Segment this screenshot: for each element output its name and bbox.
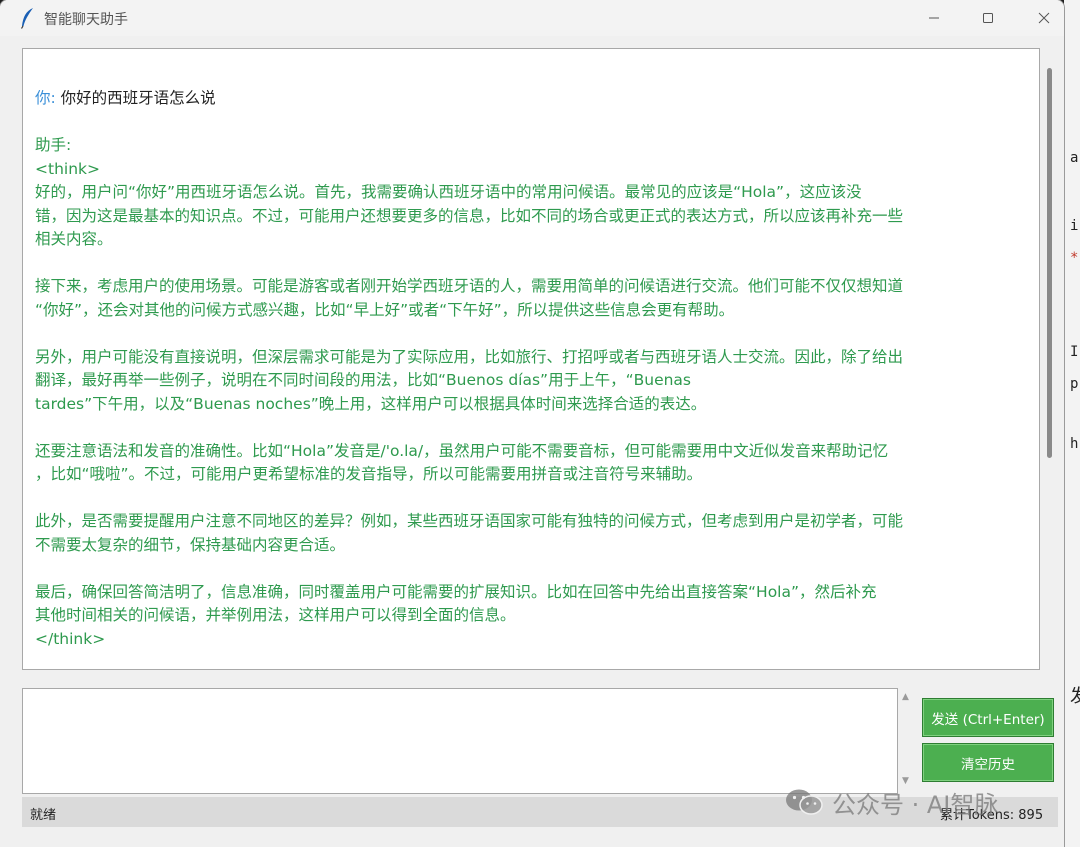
assistant-text-line [35,416,1029,440]
clear-history-button[interactable]: 清空历史 [922,743,1054,782]
scroll-up-icon[interactable]: ▲ [902,692,909,702]
close-button[interactable] [1016,0,1064,36]
chat-scrollbar[interactable] [1040,48,1060,668]
chat-window: 智能聊天助手 你: 你好的西班牙语怎么说 助手: <think> 好的，用户问“你… [0,0,1064,847]
status-text: 就绪 [30,808,57,823]
background-fragment: * [1070,250,1079,266]
assistant-text-line: 翻译，最好再举一些例子，说明在不同时间段的用法，比如“Buenos días”用… [35,371,692,389]
minimize-button[interactable] [906,0,962,36]
watermark-text: 公众号 · AI智脉 [832,790,999,819]
assistant-text-line [35,557,1029,581]
maximize-button[interactable] [960,0,1016,36]
window-title: 智能聊天助手 [44,12,128,28]
assistant-text-line: ，比如“哦啦”。不过，可能用户更希望标准的发音指导，所以可能需要用拼音或注音符号… [35,465,703,483]
assistant-text-line: 其他时间相关的问候语，并举例用法，这样用户可以得到全面的信息。 [35,606,516,624]
assistant-text-line: 相关内容。 [35,230,113,248]
assistant-text-line: 另外，用户可能没有直接说明，但深层需求可能是为了实际应用，比如旅行、打招呼或者与… [35,347,904,366]
scrollbar-thumb[interactable] [1047,68,1052,458]
assistant-text-line: </think> [35,629,106,648]
user-message-line: 你: 你好的西班牙语怎么说 [35,87,1029,111]
assistant-text-line: 不需要太复杂的细节，保持基础内容更合适。 [35,535,346,554]
desktop-background-strip: a i * I p h 发 [1064,0,1080,847]
message-input[interactable] [22,688,898,794]
chat-content: 你: 你好的西班牙语怎么说 助手: <think> 好的，用户问“你好”用西班牙语… [35,87,1029,651]
assistant-text-line: <think> [35,159,100,178]
send-button[interactable]: 发送 (Ctrl+Enter) [922,698,1054,737]
assistant-text-line: 此外，是否需要提醒用户注意不同地区的差异？例如，某些西班牙语国家可能有独特的问候… [35,512,904,530]
minimize-icon [929,17,939,19]
close-icon [1038,12,1050,24]
assistant-message: <think> 好的，用户问“你好”用西班牙语怎么说。首先，我需要确认西班牙语中的… [35,158,1029,652]
assistant-text-line [35,252,1029,276]
background-fragment: a [1070,150,1079,166]
wechat-icon [786,789,823,815]
assistant-text-line: 还要注意语法和发音的准确性。比如“Hola”发音是/'o.la/，虽然用户可能不… [35,441,889,460]
assistant-text-line: 接下来，考虑用户的使用场景。可能是游客或者刚开始学西班牙语的人，需要用简单的问候… [35,277,904,295]
input-scrollbar[interactable]: ▲ ▼ [898,688,916,792]
background-fragment: p [1070,376,1079,392]
assistant-text-line: “你好”，还会对其他的问候方式感兴趣，比如“早上好”或者“下午好”，所以提供这些… [35,300,735,319]
background-fragment: 发 [1070,686,1080,707]
assistant-text-line: 错，因为这是最基本的知识点。不过，可能用户还想要更多的信息，比如不同的场合或更正… [35,206,904,225]
assistant-text-line: 最后，确保回答简洁明了，信息准确，同时覆盖用户可能需要的扩展知识。比如在回答中先… [35,582,877,601]
assistant-label: 助手: [35,136,72,154]
maximize-icon [983,13,993,23]
background-fragment: I [1070,344,1079,360]
title-bar[interactable]: 智能聊天助手 [0,0,1064,36]
background-fragment: i [1070,218,1079,234]
user-message: 你好的西班牙语怎么说 [60,89,216,107]
chat-history[interactable]: 你: 你好的西班牙语怎么说 助手: <think> 好的，用户问“你好”用西班牙语… [22,48,1040,670]
user-label: 你: [35,89,56,107]
watermark: 公众号 · AI智脉 [784,782,1054,822]
assistant-text-line: 好的，用户问“你好”用西班牙语怎么说。首先，我需要确认西班牙语中的常用问候语。最… [35,183,862,201]
assistant-text-line: tardes”下午用，以及“Buenas noches”晚上用，这样用户可以根据… [35,394,707,413]
assistant-text-line [35,487,1029,511]
background-fragment: h [1070,436,1079,452]
assistant-text-line [35,322,1029,346]
feather-icon [20,7,36,29]
